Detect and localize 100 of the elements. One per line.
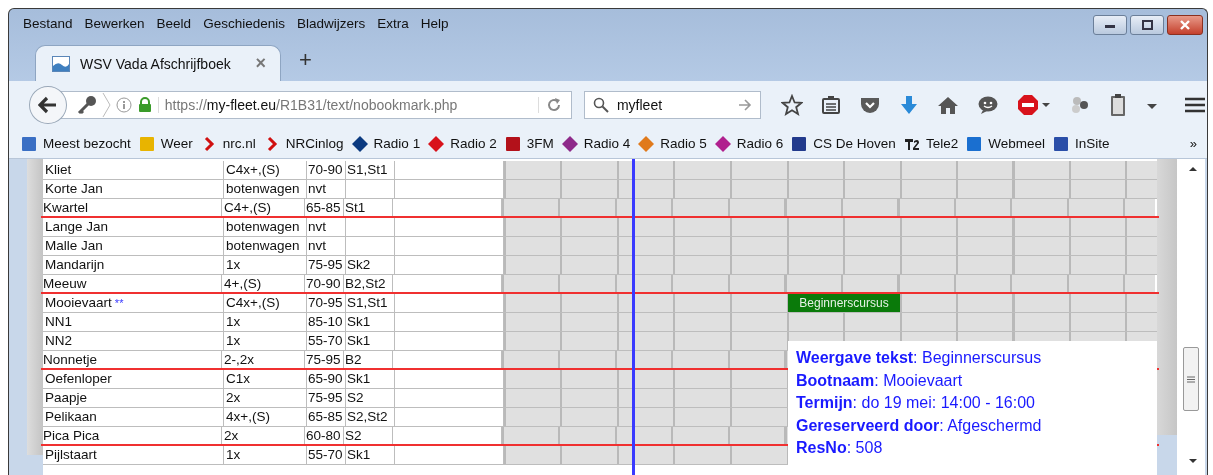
reading-list-icon[interactable] bbox=[821, 95, 841, 115]
star-icon[interactable] bbox=[781, 94, 803, 116]
back-button[interactable] bbox=[29, 86, 67, 124]
more-bookmarks-button[interactable]: » bbox=[1189, 136, 1197, 151]
bookmark-item[interactable]: NRCinlog bbox=[263, 135, 344, 152]
scroll-up-arrow-icon[interactable] bbox=[1188, 165, 1198, 173]
booking-block[interactable]: Beginnerscursus bbox=[788, 294, 900, 312]
close-button[interactable] bbox=[1167, 15, 1203, 35]
go-arrow-icon[interactable] bbox=[738, 99, 752, 111]
bookmark-item[interactable]: Radio 6 bbox=[714, 135, 784, 152]
table-cell: B2 bbox=[344, 351, 393, 368]
table-cell: botenwagen bbox=[224, 180, 307, 198]
bookmark-item[interactable]: Radio 1 bbox=[351, 135, 421, 152]
table-cell: Sk1 bbox=[346, 370, 395, 388]
info-icon[interactable] bbox=[115, 97, 132, 113]
scrollbar-thumb[interactable] bbox=[1183, 347, 1199, 411]
table-cell: 70-95 bbox=[307, 294, 346, 312]
table-cell: S2,St2 bbox=[346, 408, 395, 426]
tab-close-button[interactable]: × bbox=[255, 53, 266, 74]
bookmark-item[interactable]: Radio 2 bbox=[428, 135, 497, 152]
menu-item[interactable]: Geschiedenis bbox=[203, 15, 285, 31]
table-cell: 85-10 bbox=[307, 313, 346, 331]
table-cell: Malle Jan bbox=[43, 237, 224, 255]
table-cell: Kwartel bbox=[41, 199, 222, 216]
tooltip-text: Termijn: do 19 mei: 14:00 - 16:00 bbox=[796, 393, 1036, 413]
table-cell: C4+,(S) bbox=[222, 199, 305, 216]
table-cell: nvt bbox=[307, 218, 346, 236]
table-cell: S1,St1 bbox=[346, 294, 395, 312]
new-tab-button[interactable]: + bbox=[299, 47, 312, 73]
table-cell: Sk1 bbox=[346, 313, 395, 331]
chat-icon[interactable] bbox=[977, 95, 999, 115]
table-cell: nvt bbox=[307, 237, 346, 255]
bookmark-item[interactable]: CS De Hoven bbox=[791, 135, 896, 152]
square-icon bbox=[1052, 135, 1069, 152]
pocket-icon[interactable] bbox=[859, 95, 881, 115]
bookmark-item[interactable]: 3FM bbox=[504, 135, 554, 152]
table-cell: Lange Jan bbox=[43, 218, 224, 236]
bookmark-item[interactable]: Radio 4 bbox=[561, 135, 631, 152]
bookmark-item[interactable]: nrc.nl bbox=[200, 135, 256, 152]
table-cell: Pica Pica bbox=[41, 427, 222, 444]
table-cell: nvt bbox=[307, 180, 346, 198]
table-cell: 2-,2x bbox=[222, 351, 305, 368]
extension-icon[interactable] bbox=[1069, 95, 1091, 115]
table-cell: botenwagen bbox=[224, 218, 307, 236]
table-cell: S2 bbox=[346, 389, 395, 407]
table-cell: 65-85 bbox=[305, 199, 344, 216]
table-cell: Meeuw bbox=[41, 275, 222, 292]
bookmark-item[interactable]: Radio 5 bbox=[638, 135, 707, 152]
home-icon[interactable] bbox=[937, 95, 959, 115]
table-cell: 65-90 bbox=[307, 370, 346, 388]
maximize-icon bbox=[1140, 20, 1154, 30]
table-cell: 1x bbox=[224, 332, 307, 350]
lock-icon bbox=[137, 97, 152, 113]
table-cell: 75-95 bbox=[307, 256, 346, 274]
tooltip-text: Bootnaam: Mooievaart bbox=[796, 370, 964, 391]
clipboard-icon[interactable] bbox=[1109, 93, 1127, 117]
menu-item[interactable]: Bestand bbox=[23, 15, 73, 31]
table-cell: Sk2 bbox=[346, 256, 395, 274]
bookmark-item[interactable]: InSite bbox=[1052, 135, 1110, 152]
key-icon[interactable] bbox=[75, 95, 98, 115]
menu-item[interactable]: Beeld bbox=[156, 15, 192, 31]
table-cell: B2,St2 bbox=[344, 275, 393, 292]
scrollbar-track[interactable] bbox=[1157, 159, 1177, 435]
menu-item[interactable]: Bewerken bbox=[84, 15, 145, 31]
menu-item[interactable]: Bladwijzers bbox=[296, 15, 366, 31]
bookmark-item[interactable]: Weer bbox=[138, 135, 193, 152]
grip-icon bbox=[1187, 375, 1195, 383]
scrollbar-track[interactable] bbox=[27, 159, 43, 455]
chevron-icon bbox=[101, 92, 112, 118]
table-cell: 1x bbox=[224, 446, 307, 464]
table-cell: S2 bbox=[344, 427, 393, 444]
table-cell: 60-80 bbox=[305, 427, 344, 444]
diamond-icon bbox=[714, 135, 731, 152]
table-cell: 4+,(S) bbox=[222, 275, 305, 292]
tooltip-text: Gereserveerd door: Afgeschermd bbox=[796, 415, 1043, 436]
table-cell: Pijlstaart bbox=[43, 446, 224, 464]
square-icon bbox=[504, 135, 521, 152]
menu-item[interactable]: Extra bbox=[377, 15, 409, 31]
table-cell: C1x bbox=[224, 370, 307, 388]
download-icon[interactable] bbox=[899, 94, 919, 116]
table-cell: C4x+,(S) bbox=[224, 161, 307, 179]
table-cell: 1x bbox=[224, 313, 307, 331]
square-icon bbox=[791, 135, 808, 152]
browser-tab[interactable]: WSV Vada Afschrijfboek × bbox=[35, 45, 281, 81]
bookmark-item[interactable]: Meest bezocht bbox=[21, 135, 131, 152]
table-cell: C4x+,(S) bbox=[224, 294, 307, 312]
table-cell: Oefenloper bbox=[43, 370, 224, 388]
search-field[interactable]: myfleet bbox=[583, 91, 761, 119]
table-cell: 75-95 bbox=[307, 389, 346, 407]
table-cell: Pelikaan bbox=[43, 408, 224, 426]
table-cell: Korte Jan bbox=[43, 180, 224, 198]
bookmark-item[interactable]: Tele2 bbox=[903, 135, 959, 152]
scroll-down-arrow-icon[interactable] bbox=[1188, 457, 1198, 465]
maximize-button[interactable] bbox=[1130, 15, 1164, 35]
minimize-button[interactable] bbox=[1093, 15, 1127, 35]
menu-item[interactable]: Help bbox=[420, 15, 449, 31]
adblock-icon[interactable] bbox=[1017, 94, 1051, 116]
bookmark-item[interactable]: Webmeel bbox=[966, 135, 1045, 152]
menu-icon[interactable] bbox=[1183, 95, 1207, 115]
table-cell: 75-95 bbox=[305, 351, 344, 368]
